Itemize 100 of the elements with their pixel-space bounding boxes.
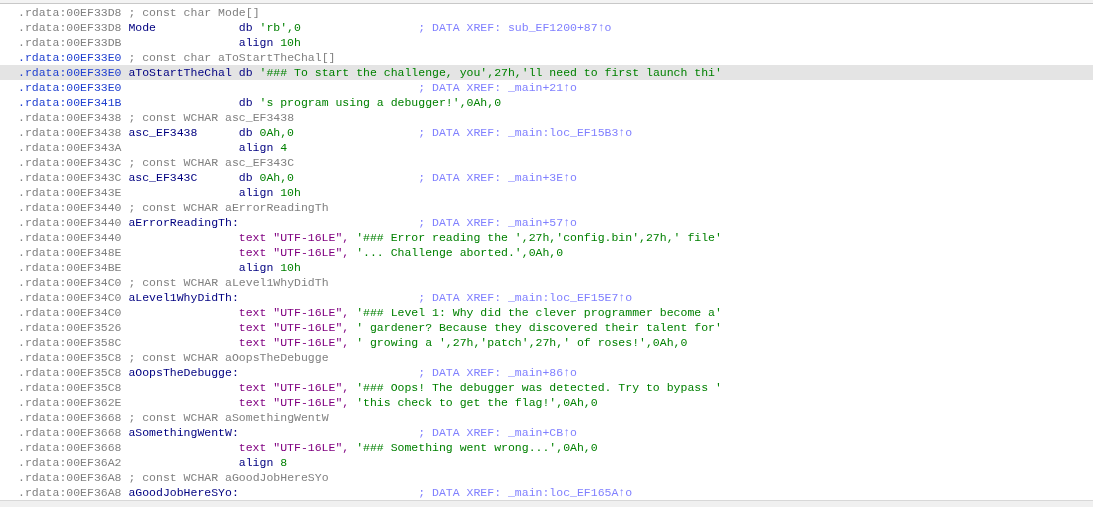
address-text: .rdata:00EF36A8	[18, 469, 123, 485]
mnemonic-text: text	[238, 334, 267, 350]
label-text: Mode	[128, 20, 156, 34]
address-text: .rdata:00EF34C0	[18, 289, 123, 305]
xref-comment: ; DATA XREF: sub_EF1200+87↑o	[418, 19, 613, 35]
listing-line[interactable]: .rdata:00EF33D8 ; const char Mode[]	[0, 4, 1093, 20]
operand-text: '### To start the challenge, you',27h,'ll need to first launch thi'	[259, 64, 722, 80]
listing-line[interactable]: .rdata:00EF343C ; const WCHAR asc_EF343C	[0, 154, 1093, 170]
encoding-text: "UTF-16LE",	[273, 334, 350, 350]
listing-line[interactable]: .rdata:00EF358C text "UTF-16LE", ' growing a ',27h,'patch',27h,' of roses!',0Ah,0	[0, 334, 1093, 350]
comment-text: ; const char aToStartTheChal[]	[128, 49, 337, 65]
operand-text: 0Ah,0	[259, 169, 295, 185]
address-text: .rdata:00EF36A8	[18, 484, 123, 500]
xref-comment: ; DATA XREF: _main:loc_EF15E7↑o	[418, 289, 634, 305]
address-text: .rdata:00EF33E0	[18, 64, 123, 80]
mnemonic-text: text	[238, 319, 267, 335]
mnemonic-text: align	[238, 34, 274, 50]
comment-text: ; const WCHAR aSomethingWentW	[128, 409, 330, 425]
listing-line[interactable]: .rdata:00EF3440 aErrorReadingTh: ; DATA XREF: _main+57↑o	[0, 214, 1093, 230]
mnemonic-text: db	[238, 124, 253, 140]
address-text: .rdata:00EF33D8	[18, 4, 123, 20]
listing-line[interactable]: .rdata:00EF343C asc_EF343C db 0Ah,0 ; DATA XREF: _main+3E↑o	[0, 169, 1093, 185]
horizontal-scrollbar[interactable]	[0, 0, 1093, 4]
listing-line[interactable]: .rdata:00EF341B db 's program using a debugger!',0Ah,0	[0, 94, 1093, 110]
listing-line[interactable]: .rdata:00EF33DB align 10h	[0, 34, 1093, 50]
xref-comment: ; DATA XREF: _main:loc_EF15B3↑o	[418, 124, 634, 140]
operand-text: 10h	[280, 34, 301, 50]
operand-text: 10h	[280, 184, 301, 200]
listing-line[interactable]: .rdata:00EF3440 text "UTF-16LE", '### Error reading the ',27h,'config.bin',27h,' file'	[0, 229, 1093, 245]
listing-line[interactable]: .rdata:00EF34BE align 10h	[0, 259, 1093, 275]
address-text: .rdata:00EF343A	[18, 139, 123, 155]
horizontal-scrollbar[interactable]	[0, 499, 1093, 507]
mnemonic-text: text	[238, 439, 267, 455]
address-text: .rdata:00EF3668	[18, 439, 123, 455]
listing-line[interactable]: .rdata:00EF35C8 aOopsTheDebugge: ; DATA XREF: _main+86↑o	[0, 364, 1093, 380]
encoding-text: "UTF-16LE",	[273, 394, 350, 410]
xref-comment: ; DATA XREF: _main+21↑o	[418, 79, 578, 95]
mnemonic-text: align	[238, 454, 274, 470]
listing-line[interactable]: .rdata:00EF36A8 aGoodJobHereSYo: ; DATA XREF: _main:loc_EF165A↑o	[0, 484, 1093, 500]
listing-line[interactable]: .rdata:00EF362E text "UTF-16LE", 'this check to get the flag!',0Ah,0	[0, 394, 1093, 410]
listing-line[interactable]: .rdata:00EF3668 text "UTF-16LE", '### Something went wrong...',0Ah,0	[0, 439, 1093, 455]
address-text: .rdata:00EF3438	[18, 109, 123, 125]
encoding-text: "UTF-16LE",	[273, 244, 350, 260]
operand-text: ' growing a ',27h,'patch',27h,' of roses!',0Ah,0	[356, 334, 688, 350]
address-text: .rdata:00EF35C8	[18, 364, 123, 380]
listing-line[interactable]: .rdata:00EF33E0 ; const char aToStartTheChal[]	[0, 49, 1093, 65]
operand-text: 's program using a debugger!',0Ah,0	[259, 94, 502, 110]
address-text: .rdata:00EF34C0	[18, 274, 123, 290]
listing-line[interactable]: .rdata:00EF3526 text "UTF-16LE", ' gardener? Because they discovered their talent for'	[0, 319, 1093, 335]
listing-line[interactable]: .rdata:00EF34C0 ; const WCHAR aLevel1WhyDidTh	[0, 274, 1093, 290]
listing-line[interactable]: .rdata:00EF33D8 Mode db 'rb',0 ; DATA XREF: sub_EF1200+87↑o	[0, 19, 1093, 35]
listing-line[interactable]: .rdata:00EF3438 asc_EF3438 db 0Ah,0 ; DATA XREF: _main:loc_EF15B3↑o	[0, 124, 1093, 140]
address-text: .rdata:00EF3440	[18, 214, 123, 230]
operand-text: '### Oops! The debugger was detected. Try to bypass '	[356, 379, 722, 395]
listing-line[interactable]: .rdata:00EF3438 ; const WCHAR asc_EF3438	[0, 109, 1093, 125]
operand-text: '### Level 1: Why did the clever programmer become a'	[356, 304, 722, 320]
operand-text: 4	[280, 139, 288, 155]
label-text: aGoodJobHereSYo:	[128, 485, 239, 499]
listing-line[interactable]: .rdata:00EF34C0 text "UTF-16LE", '### Level 1: Why did the clever programmer become a'	[0, 304, 1093, 320]
mnemonic-text: align	[238, 139, 274, 155]
comment-text: ; const WCHAR asc_EF3438	[128, 109, 296, 125]
xref-comment: ; DATA XREF: _main+57↑o	[418, 214, 578, 230]
address-text: .rdata:00EF34C0	[18, 304, 123, 320]
address-text: .rdata:00EF348E	[18, 244, 123, 260]
mnemonic-text: db	[238, 94, 253, 110]
operand-text: 10h	[280, 259, 301, 275]
address-text: .rdata:00EF341B	[18, 94, 123, 110]
comment-text: ; const WCHAR asc_EF343C	[128, 154, 296, 170]
address-text: .rdata:00EF33E0	[18, 49, 123, 65]
operand-text: 'rb',0	[259, 19, 301, 35]
listing-line[interactable]: .rdata:00EF3668 aSomethingWentW: ; DATA XREF: _main+CB↑o	[0, 424, 1093, 440]
address-text: .rdata:00EF34BE	[18, 259, 123, 275]
listing-line[interactable]: .rdata:00EF36A2 align 8	[0, 454, 1093, 470]
xref-comment: ; DATA XREF: _main+CB↑o	[418, 424, 578, 440]
address-text: .rdata:00EF35C8	[18, 379, 123, 395]
label-text: aOopsTheDebugge:	[128, 365, 239, 379]
encoding-text: "UTF-16LE",	[273, 319, 350, 335]
mnemonic-text: text	[238, 229, 267, 245]
encoding-text: "UTF-16LE",	[273, 439, 350, 455]
operand-text: '### Something went wrong...',0Ah,0	[356, 439, 598, 455]
encoding-text: "UTF-16LE",	[273, 304, 350, 320]
listing-line[interactable]: .rdata:00EF3440 ; const WCHAR aErrorReadingTh	[0, 199, 1093, 215]
listing-line[interactable]: .rdata:00EF343E align 10h	[0, 184, 1093, 200]
comment-text: ; const WCHAR aLevel1WhyDidTh	[128, 274, 330, 290]
mnemonic-text: align	[238, 184, 274, 200]
listing-line[interactable]: .rdata:00EF36A8 ; const WCHAR aGoodJobHereSYo	[0, 469, 1093, 485]
operand-text: ' gardener? Because they discovered their talent for'	[356, 319, 722, 335]
listing-line[interactable]: .rdata:00EF34C0 aLevel1WhyDidTh: ; DATA XREF: _main:loc_EF15E7↑o	[0, 289, 1093, 305]
listing-line[interactable]: .rdata:00EF343A align 4	[0, 139, 1093, 155]
address-text: .rdata:00EF36A2	[18, 454, 123, 470]
listing-line[interactable]: .rdata:00EF33E0 ; DATA XREF: _main+21↑o	[0, 79, 1093, 95]
listing-line[interactable]: .rdata:00EF35C8 ; const WCHAR aOopsTheDebugge	[0, 349, 1093, 365]
comment-text: ; const WCHAR aGoodJobHereSYo	[128, 469, 330, 485]
listing-line[interactable]: .rdata:00EF35C8 text "UTF-16LE", '### Oops! The debugger was detected. Try to bypass '	[0, 379, 1093, 395]
listing-line[interactable]: .rdata:00EF3668 ; const WCHAR aSomethingWentW	[0, 409, 1093, 425]
mnemonic-text: text	[238, 379, 267, 395]
mnemonic-text: text	[238, 304, 267, 320]
address-text: .rdata:00EF33D8	[18, 19, 123, 35]
listing-line[interactable]: .rdata:00EF348E text "UTF-16LE", '... Challenge aborted.',0Ah,0	[0, 244, 1093, 260]
mnemonic-text: text	[238, 394, 267, 410]
